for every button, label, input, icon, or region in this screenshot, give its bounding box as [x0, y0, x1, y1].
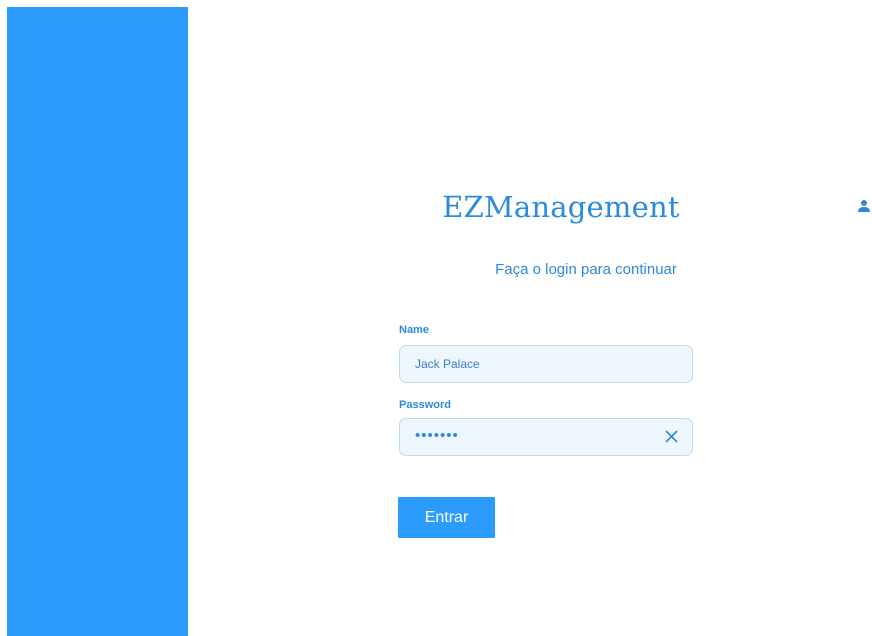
- user-icon[interactable]: [857, 199, 871, 213]
- login-page: EZManagement Faça o login para continuar…: [0, 0, 872, 636]
- name-value: Jack Palace: [415, 357, 480, 371]
- password-value: •••••••: [415, 427, 459, 444]
- submit-button[interactable]: Entrar: [398, 497, 495, 538]
- name-label: Name: [399, 324, 429, 336]
- password-label: Password: [399, 399, 451, 411]
- app-title: EZManagement: [442, 190, 680, 224]
- password-field[interactable]: •••••••: [399, 418, 693, 456]
- login-subtitle: Faça o login para continuar: [495, 261, 677, 278]
- sidebar-panel: [7, 7, 188, 636]
- name-field[interactable]: Jack Palace: [399, 345, 693, 383]
- close-icon[interactable]: [665, 430, 678, 443]
